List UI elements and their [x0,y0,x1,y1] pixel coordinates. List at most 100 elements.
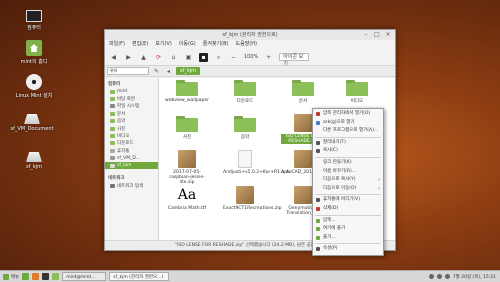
volume-icon[interactable] [436,274,442,279]
file-item[interactable]: 사진 [165,116,209,140]
file-item[interactable]: 2017-07-05-raspbian-jessie-lite.zip [165,150,209,185]
desktop-icon-home[interactable]: mint의 홈디 [6,40,62,65]
sidebar-item-music[interactable]: 음악 [105,118,158,125]
context-menu-item[interactable]: 속성(P) [313,245,383,254]
desktop-icon-install[interactable]: Linux Mint 설치 [6,74,62,99]
menu-file[interactable]: 파일(F) [109,40,125,49]
folder-icon [292,80,314,96]
context-menu-item[interactable]: 다음으로 이동(O) › [313,185,383,194]
search-icon[interactable]: ⌕ [214,53,223,62]
home-folder-icon [26,40,42,56]
context-menu-item[interactable]: 풀기... [313,234,383,243]
forward-icon[interactable]: ▶ [124,53,133,62]
sidebar-item-mint[interactable]: mint [105,88,158,95]
file-item[interactable]: 다운로드 [223,80,267,104]
file-item[interactable]: webview_wallpaper [165,80,209,103]
context-menu-item[interactable]: 압축... [313,217,383,226]
context-menu-item[interactable]: 잘라내기(T) [313,139,383,148]
zoom-in-icon[interactable]: + [264,53,273,62]
menu-item-icon [316,198,320,203]
menu-edit[interactable]: 편집(E) [132,40,148,49]
file-item[interactable]: Aa Cambria Math.ttf [165,186,209,211]
sidebar-item-sf-kjm[interactable]: sf_kjm [105,161,158,170]
context-menu-item[interactable]: 휴지통에 버리기(V) [313,196,383,205]
desktop-icon-label: mint의 홈디 [20,59,48,65]
taskbar: 메뉴 mint@mint... sf_kjm (관리자 권한으...) 7월 2… [0,270,500,282]
home-icon[interactable]: ⌂ [169,53,178,62]
context-menu-item[interactable]: 다음으로 복사(Y) › [313,176,383,185]
menu-item-icon [316,206,320,211]
sidebar-item-sf-vm-document[interactable]: sf_VM_D... [105,155,158,162]
taskbar-task-file-manager[interactable]: sf_kjm (관리자 권한으...) [109,272,170,281]
context-menu-item[interactable]: 링크 만들기(K) [313,159,383,168]
back-icon[interactable]: ◀ [109,53,118,62]
context-menu-item[interactable]: 복사(C) [313,147,383,156]
desktop-icon-vm-document[interactable]: sf_VM_Document [4,110,60,132]
location-dropdown[interactable]: 위치 [107,67,149,75]
file-item[interactable]: Andjusti+v5.0.2+Kor+R1.apk [223,150,290,175]
start-menu-label: 메뉴 [11,274,20,280]
sidebar-item-label: 바탕 화면 [117,97,135,103]
file-name: 음악 [240,135,250,140]
file-item[interactable]: Exact9CT1Recreations.zip [223,186,281,211]
breadcrumb-current[interactable]: sf_kjm [176,67,201,75]
clock[interactable]: 7월 20일 (목), 15:21 [453,274,496,280]
sidebar-item-pictures[interactable]: 사진 [105,125,158,132]
sidebar-item-filesystem[interactable]: 파일 시스템 [105,103,158,110]
context-menu-item[interactable]: 삭제(D) [313,205,383,214]
sidebar-item-label: sf_VM_D... [117,155,141,161]
folder-icon [110,119,115,124]
sidebar-item-trash[interactable]: 휴지통 [105,147,158,154]
sidebar: 컴퓨터 mint 바탕 화면 파일 시스템 문서 음악 사진 비디오 다운로드 … [105,78,159,240]
update-shield-icon[interactable] [444,274,450,279]
desktop-icon-computer[interactable]: 컴퓨터 [6,8,62,31]
maximize-icon[interactable]: □ [373,31,381,39]
start-menu-button[interactable]: 메뉴 [3,273,20,280]
zoom-out-icon[interactable]: − [229,53,238,62]
minimize-icon[interactable]: – [362,31,370,39]
context-menu-item[interactable]: 다른 프로그램으로 열기(A)... [313,127,383,136]
context-menu-item[interactable]: ark(g)으로 열기 [313,119,383,128]
zoom-level: 100% [244,54,259,60]
menubar: 파일(F) 편집(E) 보기(V) 이동(G) 즐겨찾기(B) 도움말(H) [105,40,395,49]
desktop-icon-sf-kjm[interactable]: sf_kjm [6,148,62,170]
sidebar-item-documents[interactable]: 문서 [105,110,158,117]
context-menu-item[interactable]: 이름 바꾸기(R)... [313,168,383,177]
sidebar-item-downloads[interactable]: 다운로드 [105,140,158,147]
menu-item-icon [316,120,320,125]
taskbar-task-terminal[interactable]: mint@mint... [62,272,107,281]
view-mode-select[interactable]: 아이콘 보기 [279,53,310,67]
menu-bookmarks[interactable]: 즐겨찾기(B) [203,40,229,49]
reload-icon[interactable]: ⟳ [154,53,163,62]
menu-view[interactable]: 보기(V) [155,40,172,49]
window-titlebar[interactable]: sf_kjm (관리자 권한으로) – □ × [105,30,395,40]
terminal-icon[interactable]: ▪ [199,52,208,62]
menu-help[interactable]: 도움말(H) [236,40,257,49]
sidebar-item-videos[interactable]: 비디오 [105,132,158,139]
files-icon[interactable] [52,273,60,280]
file-item[interactable]: 음악 [223,116,267,140]
context-menu-label: 압축... [323,217,336,223]
file-item[interactable]: 문서 [281,80,325,104]
show-desktop-icon[interactable] [22,273,30,280]
computer-icon[interactable]: ▣ [184,53,193,62]
firefox-icon[interactable] [32,273,40,280]
sidebar-item-browse-network[interactable]: 네트워크 탐색 [105,182,158,189]
folder-icon [110,89,115,94]
breadcrumb-left-icon[interactable]: ◂ [164,67,173,76]
close-icon[interactable]: × [384,31,392,39]
context-menu-item[interactable]: 여기에 풀기 [313,225,383,234]
sidebar-item-desktop[interactable]: 바탕 화면 [105,95,158,102]
network-icon[interactable] [428,274,434,279]
menu-go[interactable]: 이동(G) [179,40,196,49]
toggle-location-icon[interactable]: ✎ [152,67,161,76]
menu-separator [315,156,381,158]
context-menu-item[interactable]: 압축 관리자에서 열기(O) [313,110,383,119]
menu-item-icon [316,227,320,232]
terminal-icon[interactable] [42,273,50,280]
up-icon[interactable]: ▲ [139,53,148,62]
context-menu: 압축 관리자에서 열기(O) ark(g)으로 열기 다른 프로그램으로 열기(A)… [312,108,384,256]
file-item[interactable]: 비디오 [335,80,379,104]
sidebar-item-label: sf_kjm [117,163,132,169]
menu-separator [315,243,381,245]
